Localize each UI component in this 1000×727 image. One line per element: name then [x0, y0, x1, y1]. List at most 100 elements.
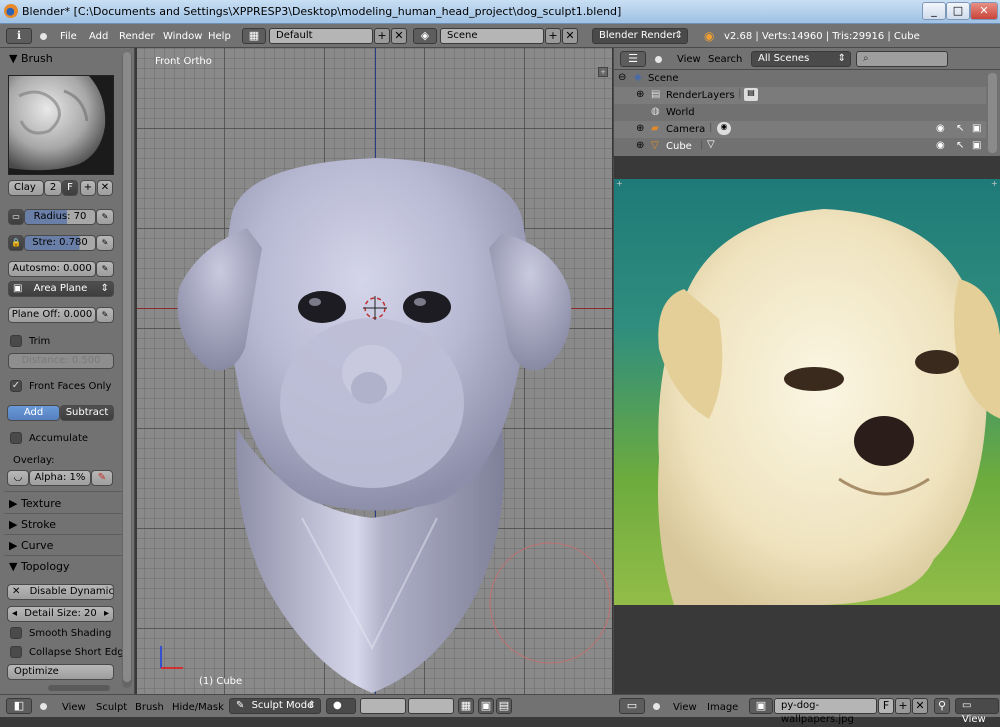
new-brush-button[interactable]: +: [80, 180, 96, 196]
overlay-toggle-icon[interactable]: ◡: [7, 470, 29, 486]
menu-render[interactable]: Render: [119, 31, 155, 42]
detail-size-slider[interactable]: ◂ Detail Size: 20 ▸: [7, 606, 114, 622]
selectability-cursor-icon[interactable]: ↖: [956, 123, 964, 134]
renderability-camera-icon[interactable]: ▣: [972, 123, 981, 134]
curve-panel-header[interactable]: ▶ Curve: [9, 539, 53, 552]
texture-panel-header[interactable]: ▶ Texture: [9, 497, 61, 510]
outliner-menu-view[interactable]: View: [677, 54, 701, 65]
browse-image-icon[interactable]: ▣: [749, 698, 773, 714]
tool-shelf-scrollbar[interactable]: [122, 52, 132, 688]
outliner-row-cube[interactable]: ⊕ ▽ Cube | ▽ ◉ ↖ ▣: [614, 138, 986, 155]
scene-field[interactable]: Scene: [440, 28, 544, 44]
screen-layout-field[interactable]: Default: [269, 28, 373, 44]
scrollbar-thumb[interactable]: [123, 52, 131, 682]
opengl-render-animation-icon[interactable]: ▤: [496, 698, 512, 714]
collapse-menus-icon[interactable]: [655, 56, 662, 63]
topology-panel-header[interactable]: ▼ Topology: [9, 560, 70, 573]
new-image-button[interactable]: +: [895, 698, 911, 714]
menu-hide-mask[interactable]: Hide/Mask: [172, 702, 224, 713]
stroke-panel-header[interactable]: ▶ Stroke: [9, 518, 56, 531]
collapse-menus-icon[interactable]: [40, 703, 47, 710]
outliner-row-camera[interactable]: ⊕ ▰ Camera | ◉ ◉ ↖ ▣: [614, 121, 986, 138]
accumulate-checkbox[interactable]: [10, 432, 22, 444]
front-faces-only-checkbox[interactable]: ✓: [10, 380, 22, 392]
unlink-image-button[interactable]: ✕: [912, 698, 928, 714]
render-layer-icon[interactable]: ▤: [744, 88, 758, 101]
interaction-mode-dropdown[interactable]: ✎ Sculpt Mode ⇕: [229, 698, 321, 714]
panel-resize-handle[interactable]: [48, 685, 110, 691]
visibility-eye-icon[interactable]: ◉: [936, 123, 945, 134]
overlay-edit-icon[interactable]: ✎: [91, 470, 113, 486]
collapse-menus-icon[interactable]: [40, 33, 47, 40]
outliner-scrollbar[interactable]: [988, 73, 997, 153]
add-mode-button[interactable]: Add: [7, 405, 60, 421]
remove-layout-button[interactable]: ✕: [391, 28, 407, 44]
outliner-display-mode-dropdown[interactable]: All Scenes ⇕: [751, 51, 851, 67]
radius-slider[interactable]: Radius: 70: [24, 209, 96, 225]
trim-checkbox[interactable]: [10, 335, 22, 347]
render-engine-dropdown[interactable]: Blender Render ⇕: [592, 28, 688, 44]
editor-type-3dview-icon[interactable]: ◧: [6, 698, 32, 714]
unlink-brush-button[interactable]: ✕: [97, 180, 113, 196]
renderability-camera-icon[interactable]: ▣: [972, 140, 981, 151]
lock-camera-layers-icon[interactable]: ▦: [458, 698, 474, 714]
outliner-row-world[interactable]: ◍ World: [614, 104, 986, 121]
menu-view[interactable]: View: [62, 702, 86, 713]
overlay-alpha-slider[interactable]: Alpha: 1%: [29, 470, 91, 486]
brush-name-field[interactable]: Clay: [8, 180, 44, 196]
menu-help[interactable]: Help: [208, 31, 231, 42]
radius-lock-icon[interactable]: ▭: [8, 209, 24, 225]
add-layout-button[interactable]: +: [374, 28, 390, 44]
brush-fake-user-button[interactable]: F: [62, 180, 78, 196]
trim-distance-slider[interactable]: Distance: 0.500: [8, 353, 114, 369]
menu-brush[interactable]: Brush: [135, 702, 164, 713]
remove-scene-button[interactable]: ✕: [562, 28, 578, 44]
radius-pressure-icon[interactable]: ✎: [96, 209, 114, 225]
mesh-data-icon[interactable]: ▽: [707, 139, 715, 150]
region-toggle-icon[interactable]: +: [991, 179, 999, 188]
outliner-menu-search[interactable]: Search: [708, 54, 742, 65]
area-plane-dropdown[interactable]: ▣ Area Plane ⇕: [8, 281, 114, 297]
visibility-eye-icon[interactable]: ◉: [936, 140, 945, 151]
outliner-editor-type-icon[interactable]: ☰: [620, 51, 646, 67]
camera-data-icon[interactable]: ◉: [717, 122, 731, 135]
collapse-short-edges-checkbox[interactable]: [10, 646, 22, 658]
pin-image-icon[interactable]: ⚲: [934, 698, 950, 714]
brush-panel-header[interactable]: ▼ Brush: [9, 52, 53, 65]
image-fake-user-button[interactable]: F: [878, 698, 894, 714]
smooth-shading-checkbox[interactable]: [10, 627, 22, 639]
layers-block-1[interactable]: [360, 698, 406, 714]
strength-slider[interactable]: Stre: 0.780: [24, 235, 96, 251]
selectability-cursor-icon[interactable]: ↖: [956, 140, 964, 151]
close-button[interactable]: ✕: [970, 2, 998, 20]
plane-offset-slider[interactable]: Plane Off: 0.000: [8, 307, 96, 323]
editor-type-info-icon[interactable]: ℹ: [6, 28, 32, 44]
expand-arrow-icon[interactable]: ⊕: [636, 140, 644, 151]
scene-icon[interactable]: ◈: [413, 28, 437, 44]
autosmooth-pressure-icon[interactable]: ✎: [96, 261, 114, 277]
optimize-button[interactable]: Optimize: [7, 664, 114, 680]
viewport-shading-dropdown[interactable]: ●: [326, 698, 356, 714]
menu-window[interactable]: Window: [163, 31, 202, 42]
outliner-search-input[interactable]: ⌕: [856, 51, 948, 67]
opengl-render-image-icon[interactable]: ▣: [478, 698, 494, 714]
brush-preview[interactable]: [8, 75, 114, 175]
uv-image-editor[interactable]: + +: [613, 157, 1000, 694]
disable-dynamic-button[interactable]: ✕ Disable Dynamic: [7, 584, 114, 600]
expand-arrow-icon[interactable]: ⊕: [636, 123, 644, 134]
screen-layout-icon[interactable]: ▦: [242, 28, 266, 44]
strength-pressure-icon[interactable]: ✎: [96, 235, 114, 251]
brush-users-count[interactable]: 2: [44, 180, 62, 196]
add-scene-button[interactable]: +: [545, 28, 561, 44]
plane-offset-icon[interactable]: ✎: [96, 307, 114, 323]
outliner-row-renderlayers[interactable]: ⊕ ▤ RenderLayers | ▤: [614, 87, 986, 104]
image-editor-mode-dropdown[interactable]: ▭ View: [955, 698, 999, 725]
region-toggle-icon[interactable]: +: [616, 179, 624, 188]
outliner-row-scene[interactable]: ⊖ ◈ Scene: [614, 70, 986, 87]
collapse-arrow-icon[interactable]: ⊖: [618, 72, 626, 83]
menu-sculpt[interactable]: Sculpt: [96, 702, 127, 713]
menu-add[interactable]: Add: [89, 31, 108, 42]
layers-block-2[interactable]: [408, 698, 454, 714]
strength-lock-icon[interactable]: 🔒: [8, 235, 24, 251]
image-name-field[interactable]: py-dog-wallpapers.jpg: [774, 698, 877, 725]
